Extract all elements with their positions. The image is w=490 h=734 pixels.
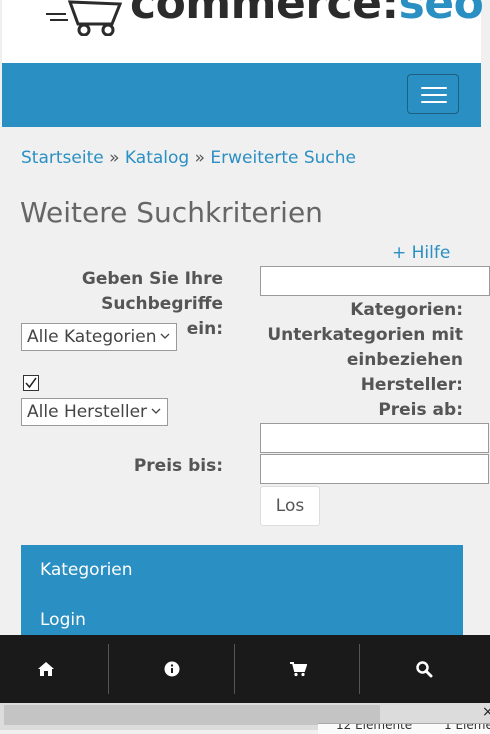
cart-icon xyxy=(289,662,307,677)
logo-wordmark[interactable]: commerce:seo xyxy=(130,0,484,29)
manufacturer-select[interactable]: Alle Hersteller xyxy=(21,398,168,426)
manufacturer-select-value: Alle Hersteller xyxy=(27,402,148,422)
breadcrumb-advanced-search[interactable]: Erweiterte Suche xyxy=(210,148,356,168)
price-from-label: Preis ab: xyxy=(378,400,463,420)
subcategories-label-line1: Unterkategorien mit xyxy=(267,325,463,345)
status-strip: 12 Elemente 1 Eleme xyxy=(318,723,490,734)
page: commerce:seo Startseite » Katalog » Erwe… xyxy=(2,0,490,730)
nav-home-button[interactable] xyxy=(0,635,108,703)
categories-label: Kategorien: xyxy=(350,300,463,320)
page-title: Weitere Suchkriterien xyxy=(20,196,323,229)
status-right-text: 1 Eleme xyxy=(444,723,490,732)
help-link[interactable]: + Hilfe xyxy=(392,243,450,263)
top-navbar xyxy=(2,63,481,127)
checkmark-icon xyxy=(25,377,37,389)
close-icon[interactable]: × xyxy=(482,704,490,720)
breadcrumb-home[interactable]: Startseite xyxy=(21,148,104,168)
horizontal-scrollbar-area: 12 Elemente 1 Eleme × xyxy=(0,703,490,734)
nav-divider xyxy=(359,644,360,694)
menu-item-login[interactable]: Login xyxy=(40,610,86,630)
breadcrumb: Startseite » Katalog » Erweiterte Suche xyxy=(21,148,356,168)
hamburger-line xyxy=(421,101,447,103)
subcategories-label: Unterkategorien mit einbeziehen xyxy=(242,323,463,373)
category-select[interactable]: Alle Kategorien xyxy=(21,323,177,351)
menu-toggle-button[interactable] xyxy=(407,74,459,114)
home-icon xyxy=(37,662,54,676)
price-from-input[interactable] xyxy=(260,423,489,453)
cart-logo-icon xyxy=(46,0,123,36)
logo-text-accent: seo xyxy=(398,0,484,29)
nav-search-button[interactable] xyxy=(361,635,486,703)
subcategories-checkbox[interactable] xyxy=(23,375,39,391)
logo-text-dark: commerce: xyxy=(130,0,399,29)
price-to-input[interactable] xyxy=(260,454,489,484)
manufacturer-label: Hersteller: xyxy=(360,375,463,395)
status-left-text: 12 Elemente xyxy=(336,723,413,732)
chevron-down-icon xyxy=(160,333,170,339)
hamburger-line xyxy=(421,94,447,96)
bottom-navigation xyxy=(0,635,490,703)
price-to-label: Preis bis: xyxy=(133,456,223,476)
keywords-label-line1: Geben Sie Ihre xyxy=(81,269,223,289)
chevron-down-icon xyxy=(151,408,161,414)
keywords-input[interactable] xyxy=(260,266,490,296)
search-submit-button[interactable]: Los xyxy=(260,486,320,526)
side-menu-panel: Kategorien Login xyxy=(21,545,463,635)
nav-cart-button[interactable] xyxy=(235,635,360,703)
scrollbar-thumb[interactable] xyxy=(4,705,380,725)
breadcrumb-separator: » xyxy=(194,148,205,168)
breadcrumb-catalog[interactable]: Katalog xyxy=(125,148,189,168)
header-logo-bar: commerce:seo xyxy=(2,0,484,63)
nav-info-button[interactable] xyxy=(109,635,234,703)
breadcrumb-separator: » xyxy=(109,148,120,168)
category-select-value: Alle Kategorien xyxy=(27,327,157,347)
hamburger-line xyxy=(421,87,447,89)
menu-item-categories[interactable]: Kategorien xyxy=(40,560,133,580)
subcategories-label-line2: einbeziehen xyxy=(346,350,463,370)
info-icon xyxy=(164,661,179,677)
search-icon xyxy=(415,661,432,678)
